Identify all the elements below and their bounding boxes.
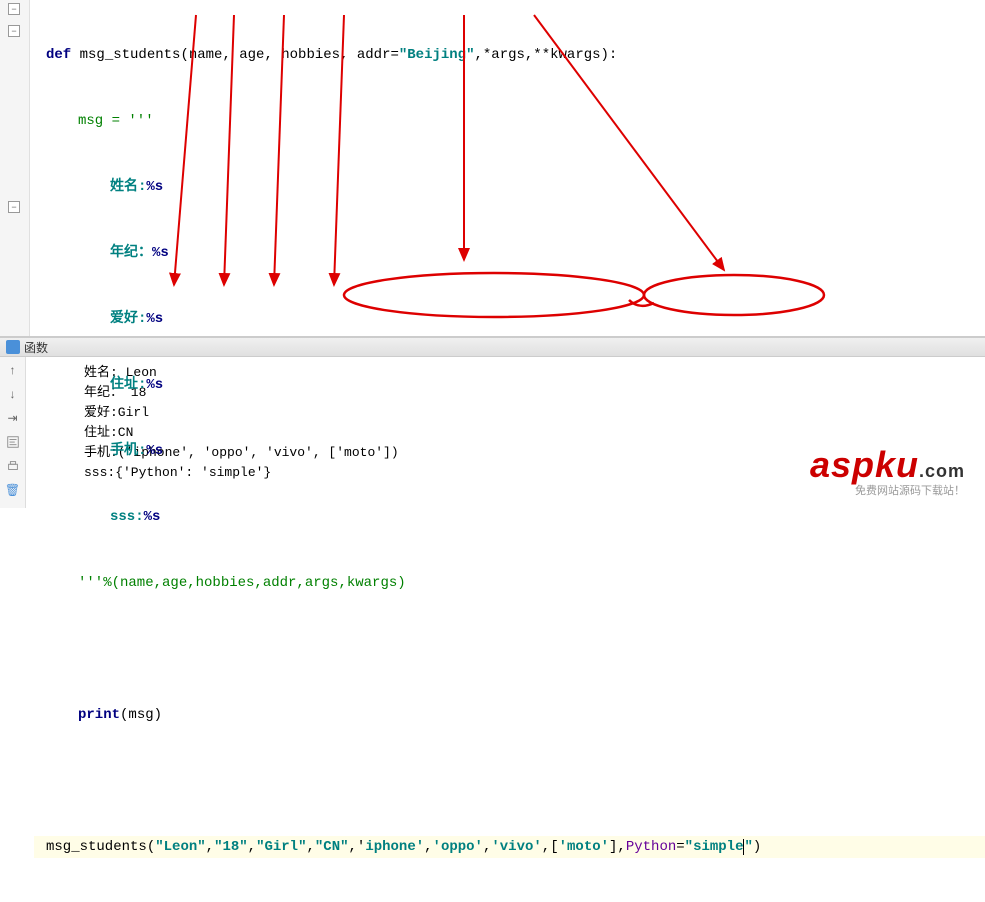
gutter: − − − (0, 0, 30, 336)
code-line: 住址:%s (34, 374, 985, 396)
fold-toggle[interactable]: − (8, 201, 20, 213)
code-line: 爱好:%s (34, 308, 985, 330)
code-editor[interactable]: − − − def msg_students(name, age, hobbie… (0, 0, 985, 337)
code-line: print(msg) (34, 704, 985, 726)
down-arrow-icon[interactable]: ↓ (4, 385, 22, 403)
fold-toggle[interactable]: − (8, 25, 20, 37)
fold-toggle[interactable]: − (8, 3, 20, 15)
wrap-icon[interactable] (4, 433, 22, 451)
up-arrow-icon[interactable]: ↑ (4, 361, 22, 379)
code-line: '''%(name,age,hobbies,addr,args,kwargs) (34, 572, 985, 594)
python-icon (6, 340, 20, 354)
output-toolbar: ↑ ↓ ⇥ 🗑 (0, 357, 26, 508)
watermark: aspku.com 免费网站源码下载站！ (810, 444, 965, 498)
code-line: def msg_students(name, age, hobbies, add… (34, 44, 985, 66)
code-line: msg = ''' (34, 110, 985, 132)
code-line: sss:%s (34, 506, 985, 528)
code-line: 姓名:%s (34, 176, 985, 198)
code-line (34, 638, 985, 660)
code-line (34, 770, 985, 792)
trash-icon[interactable]: 🗑 (4, 481, 22, 499)
code-line-active: msg_students("Leon","18","Girl","CN",'ip… (34, 836, 985, 858)
print-icon[interactable] (4, 457, 22, 475)
code-line: 年纪：%s (34, 242, 985, 264)
export-icon[interactable]: ⇥ (4, 409, 22, 427)
